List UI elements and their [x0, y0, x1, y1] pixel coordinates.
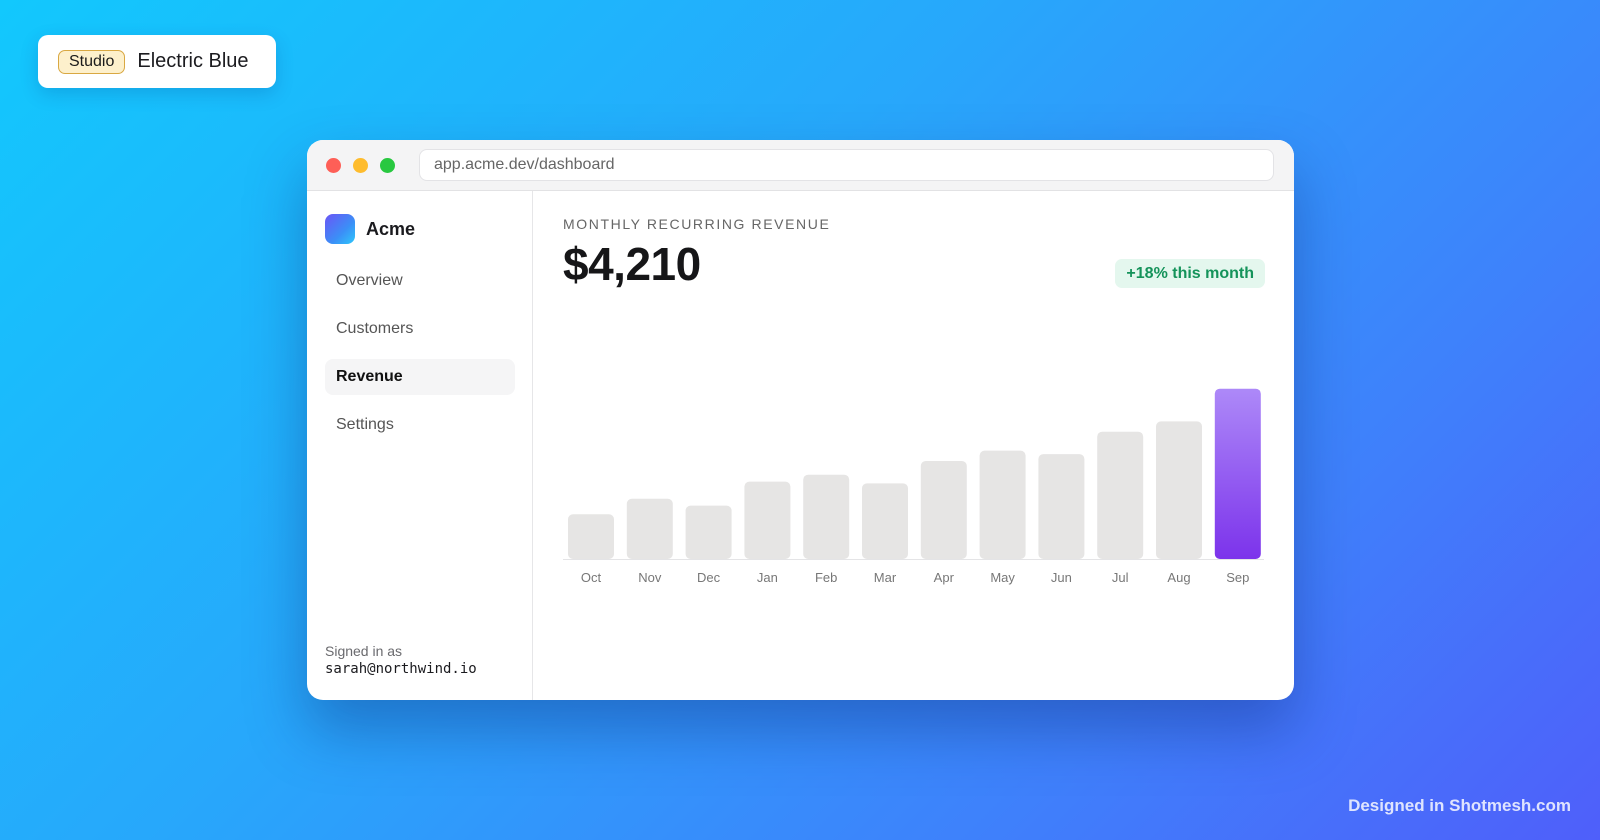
x-tick-feb: Feb [815, 570, 837, 585]
close-window-button[interactable] [326, 157, 341, 173]
bar-feb [803, 474, 850, 559]
bar-jan [744, 481, 791, 559]
sidebar-item-overview[interactable]: Overview [325, 263, 515, 299]
x-tick-apr: Apr [934, 570, 955, 585]
bar-apr [920, 460, 967, 559]
signed-in-email: sarah@northwind.io [325, 661, 477, 677]
bar-aug [1156, 421, 1202, 559]
acme-logo-icon [325, 214, 355, 244]
bar-jun [1038, 454, 1085, 559]
minimize-window-button[interactable] [353, 157, 368, 173]
x-tick-oct: Oct [581, 570, 602, 585]
bar-sep [1214, 388, 1261, 559]
bar-dec [685, 505, 732, 559]
theme-name: Electric Blue [137, 50, 249, 72]
address-bar[interactable]: app.acme.dev/dashboard [419, 149, 1274, 181]
studio-badge: Studio [58, 49, 126, 74]
bar-nov [626, 498, 673, 559]
x-tick-jun: Jun [1051, 570, 1072, 585]
signed-in-label: Signed in as [325, 643, 403, 659]
x-tick-nov: Nov [638, 570, 662, 585]
brand[interactable]: Acme [325, 214, 415, 244]
bar-oct [568, 514, 614, 559]
studio-card: Studio Electric Blue [38, 35, 276, 88]
revenue-bar-chart: Oct Nov Dec Jan Feb Mar Apr May Jun Jul Aug Sep [563, 388, 1264, 585]
sidebar: Acme Overview Customers Revenue Settings… [307, 191, 533, 700]
main-panel: MONTHLY RECURRING REVENUE $4,210 +18% th… [533, 191, 1294, 700]
designer-credit: Designed in Shotmesh.com [1348, 796, 1571, 815]
x-tick-mar: Mar [874, 570, 897, 585]
bar-may [979, 450, 1026, 559]
x-tick-aug: Aug [1167, 570, 1190, 585]
title-bar: app.acme.dev/dashboard [307, 140, 1294, 191]
x-tick-jan: Jan [757, 570, 778, 585]
signed-in-info: Signed in as sarah@northwind.io [325, 643, 477, 677]
bar-jul [1097, 431, 1144, 559]
sidebar-item-settings[interactable]: Settings [325, 407, 515, 443]
maximize-window-button[interactable] [380, 157, 395, 173]
sidebar-item-revenue[interactable]: Revenue [325, 359, 515, 395]
x-tick-sep: Sep [1226, 570, 1249, 585]
brand-name: Acme [366, 218, 416, 239]
sidebar-nav: Overview Customers Revenue Settings [325, 263, 515, 455]
x-tick-dec: Dec [697, 570, 721, 585]
bar-mar [862, 483, 908, 559]
x-tick-jul: Jul [1112, 570, 1129, 585]
x-tick-may: May [990, 570, 1015, 585]
browser-window: app.acme.dev/dashboard Acme Overview Cus… [307, 140, 1294, 700]
sidebar-item-customers[interactable]: Customers [325, 311, 515, 347]
